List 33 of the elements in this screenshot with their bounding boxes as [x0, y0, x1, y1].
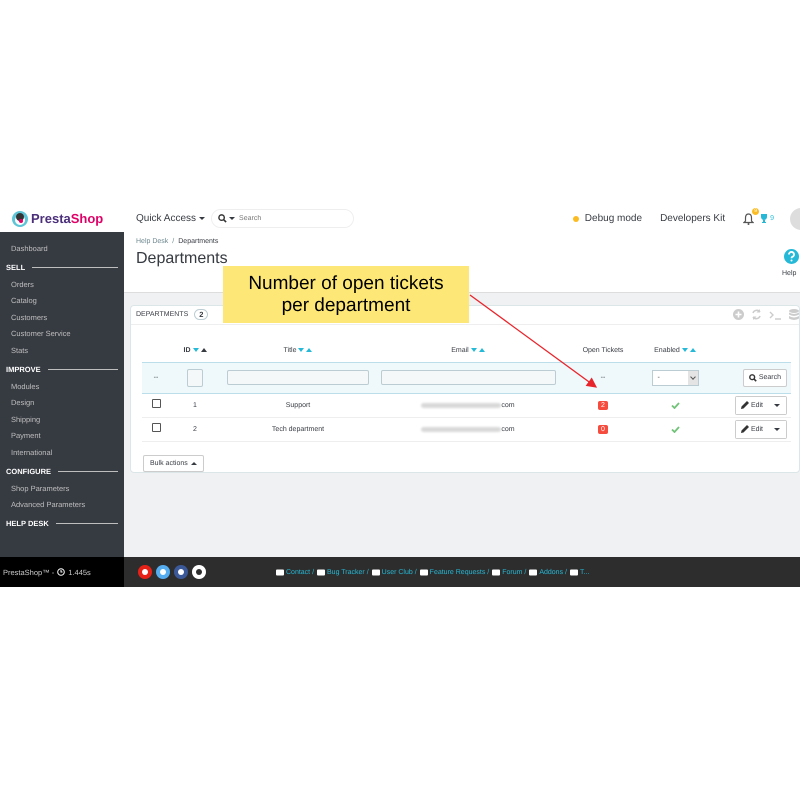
quick-access-menu[interactable]: Quick Access — [136, 213, 206, 224]
debug-indicator-icon — [572, 216, 579, 222]
social-icon[interactable] — [192, 565, 206, 579]
annotation-text: Number of open tickets — [248, 272, 444, 294]
search-icon — [218, 214, 228, 223]
refresh-icon[interactable] — [751, 309, 762, 320]
page-title: Departments — [136, 250, 229, 268]
add-icon[interactable] — [733, 309, 744, 320]
help-icon[interactable] — [784, 249, 799, 264]
debug-mode-link[interactable]: Debug mode — [584, 213, 642, 224]
social-icon[interactable] — [138, 565, 152, 579]
pencil-icon — [740, 425, 749, 434]
sort-icon[interactable] — [192, 347, 206, 354]
id-filter-field[interactable] — [187, 368, 203, 387]
terminal-icon[interactable] — [769, 310, 782, 320]
database-icon[interactable] — [789, 308, 799, 321]
bell-icon[interactable] — [743, 212, 754, 224]
pencil-icon — [740, 401, 749, 410]
puffin-logo-icon — [12, 210, 28, 226]
check-icon[interactable] — [670, 426, 680, 433]
clock-icon — [57, 568, 66, 576]
row-checkbox[interactable] — [152, 422, 160, 432]
social-icon[interactable] — [156, 565, 170, 579]
title-filter-field[interactable] — [227, 370, 369, 386]
logo-text[interactable]: PrestaShop — [31, 211, 104, 226]
email-filter-field[interactable] — [380, 370, 556, 386]
search-icon — [748, 374, 757, 382]
annotation-text: per department — [282, 294, 410, 316]
social-icon[interactable] — [174, 565, 188, 579]
developers-kit-link[interactable]: Developers Kit — [660, 213, 726, 224]
row-checkbox[interactable] — [152, 398, 160, 408]
trophy-icon[interactable] — [760, 214, 768, 223]
check-icon[interactable] — [670, 402, 680, 409]
